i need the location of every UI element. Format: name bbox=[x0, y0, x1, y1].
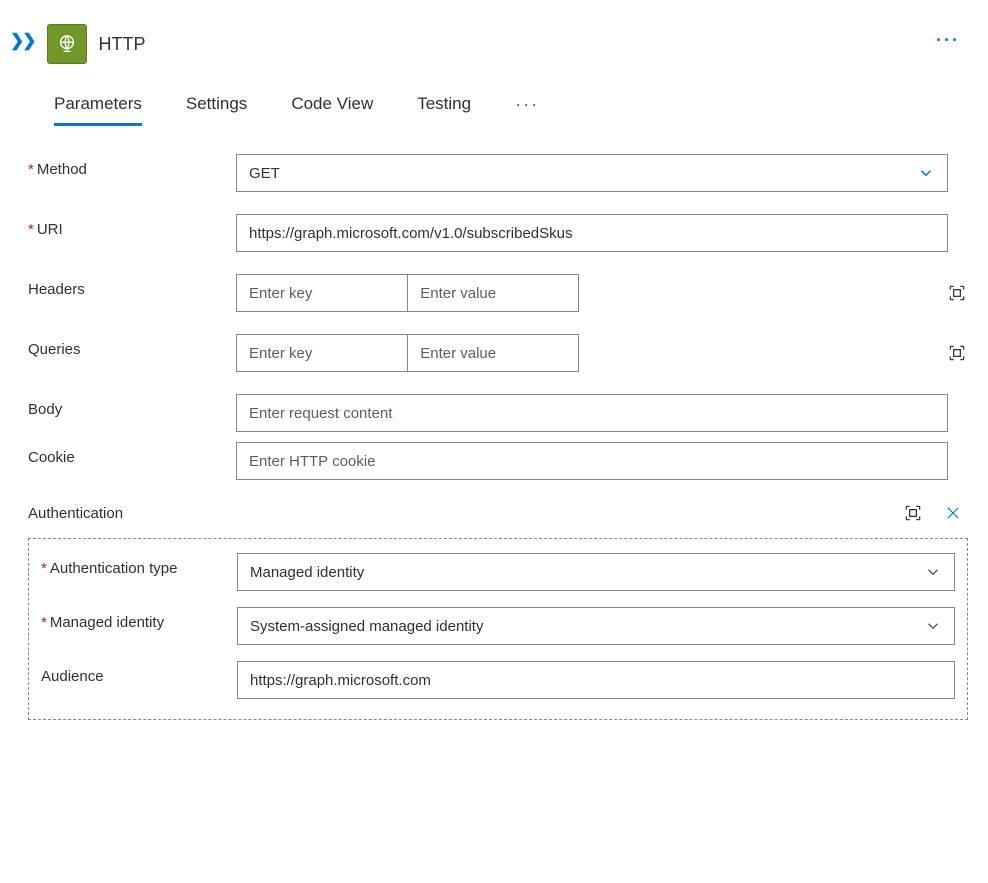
chevron-down-icon bbox=[924, 563, 942, 581]
queries-value-input[interactable] bbox=[407, 334, 579, 372]
uri-label: URI bbox=[28, 214, 236, 238]
body-input[interactable] bbox=[236, 394, 948, 432]
cookie-label: Cookie bbox=[28, 442, 236, 466]
auth-type-label: Authentication type bbox=[41, 553, 237, 577]
expand-toggle[interactable]: ❯❯ bbox=[10, 31, 35, 51]
chevron-down-icon bbox=[917, 164, 935, 182]
tabs-overflow[interactable]: ··· bbox=[515, 94, 539, 115]
uri-input[interactable] bbox=[236, 214, 948, 252]
headers-switch-mode-icon[interactable] bbox=[946, 282, 968, 304]
headers-key-input[interactable] bbox=[236, 274, 407, 312]
method-label: Method bbox=[28, 154, 236, 178]
audience-label: Audience bbox=[41, 661, 237, 685]
authentication-switch-mode-icon[interactable] bbox=[902, 502, 924, 524]
chevron-down-icon bbox=[924, 617, 942, 635]
auth-type-select[interactable]: Managed identity bbox=[237, 553, 955, 591]
method-select[interactable]: GET bbox=[236, 154, 948, 192]
managed-identity-value: System-assigned managed identity bbox=[250, 618, 483, 635]
action-header: ❯❯ HTTP ··· bbox=[10, 24, 968, 64]
tab-code-view[interactable]: Code View bbox=[291, 94, 373, 124]
tab-settings[interactable]: Settings bbox=[186, 94, 247, 124]
cookie-input[interactable] bbox=[236, 442, 948, 480]
authentication-header: Authentication bbox=[28, 502, 968, 524]
tab-testing[interactable]: Testing bbox=[417, 94, 471, 124]
headers-value-input[interactable] bbox=[407, 274, 579, 312]
parameters-form: Method GET URI Headers Queries bbox=[28, 154, 968, 720]
authentication-label: Authentication bbox=[28, 505, 123, 522]
more-menu[interactable]: ··· bbox=[936, 30, 960, 51]
http-action-icon bbox=[47, 24, 87, 64]
audience-input[interactable] bbox=[237, 661, 955, 699]
authentication-section: Authentication type Managed identity Man… bbox=[28, 538, 968, 720]
authentication-remove[interactable] bbox=[942, 502, 964, 524]
tab-parameters[interactable]: Parameters bbox=[54, 94, 142, 124]
queries-key-input[interactable] bbox=[236, 334, 407, 372]
auth-type-value: Managed identity bbox=[250, 564, 364, 581]
managed-identity-select[interactable]: System-assigned managed identity bbox=[237, 607, 955, 645]
body-label: Body bbox=[28, 394, 236, 418]
headers-label: Headers bbox=[28, 274, 236, 298]
method-value: GET bbox=[249, 165, 280, 182]
queries-switch-mode-icon[interactable] bbox=[946, 342, 968, 364]
queries-label: Queries bbox=[28, 334, 236, 358]
tabs: Parameters Settings Code View Testing ··… bbox=[54, 94, 968, 124]
managed-identity-label: Managed identity bbox=[41, 607, 237, 631]
action-title: HTTP bbox=[99, 34, 146, 55]
